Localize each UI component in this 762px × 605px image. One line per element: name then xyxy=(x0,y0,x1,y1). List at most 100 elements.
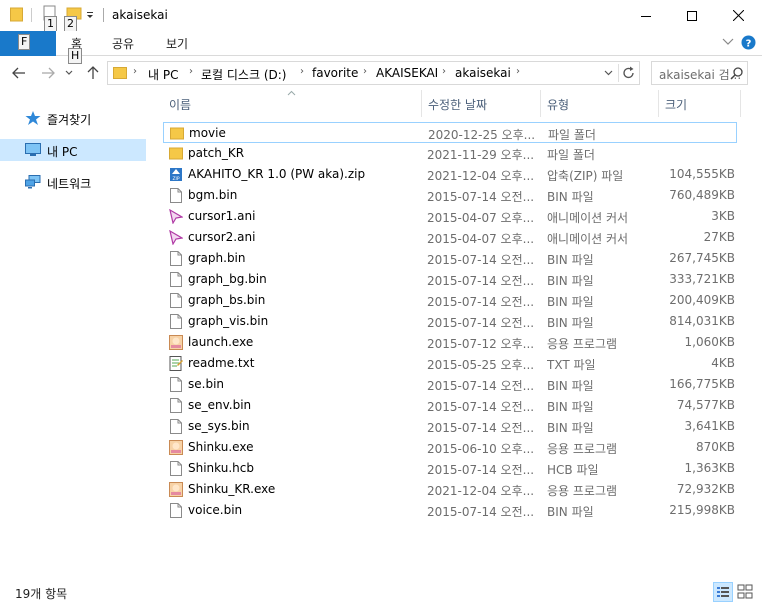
file-row[interactable]: se_sys.bin 2015-07-14 오전... BIN 파일 3,641KB xyxy=(163,416,737,437)
animated-cursor-icon xyxy=(169,209,183,224)
file-row[interactable]: graph_bs.bin 2015-07-14 오전... BIN 파일 200,40… xyxy=(163,290,737,311)
column-header-size[interactable]: 크기 xyxy=(659,90,739,117)
file-type: 파일 폴더 xyxy=(548,128,596,142)
file-name: Shinku_KR.exe xyxy=(188,482,276,496)
forward-button[interactable] xyxy=(40,65,56,81)
file-row[interactable]: Shinku.exe 2015-06-10 오후... 응용 프로그램 870KB xyxy=(163,437,737,458)
file-icon xyxy=(170,188,182,203)
file-row[interactable]: patch_KR 2021-11-29 오후... 파일 폴더 xyxy=(163,143,737,164)
back-button[interactable] xyxy=(11,65,27,81)
file-row[interactable]: cursor2.ani 2015-04-07 오후... 애니메이션 커서 27KB xyxy=(163,227,737,248)
file-rows: movie 2020-12-25 오후... 파일 폴더 patch_KR 2021-1… xyxy=(163,122,741,521)
sidebar-item-label: 내 PC xyxy=(47,145,78,159)
file-row[interactable]: se.bin 2015-07-14 오전... BIN 파일 166,775KB xyxy=(163,374,737,395)
search-placeholder: akaisekai 검... xyxy=(659,68,742,82)
file-name: cursor1.ani xyxy=(188,209,256,223)
title-divider xyxy=(103,8,104,22)
address-dropdown-icon[interactable] xyxy=(604,70,613,76)
details-view-button[interactable] xyxy=(713,582,733,602)
file-row[interactable]: readme.txt 2015-05-25 오후... TXT 파일 4KB xyxy=(163,353,737,374)
column-header-date[interactable]: 수정한 날짜 xyxy=(422,90,540,117)
text-document-icon xyxy=(169,356,183,371)
breadcrumb-this-pc[interactable]: 내 PC xyxy=(148,66,178,83)
ribbon-tabs: 파일 F 홈 H 공유 보기 ? xyxy=(0,31,762,64)
recent-locations-button[interactable] xyxy=(64,65,74,81)
svg-text:?: ? xyxy=(746,39,752,50)
refresh-icon[interactable] xyxy=(622,66,636,80)
maximize-button[interactable] xyxy=(669,0,715,31)
breadcrumb-chevron-icon[interactable]: › xyxy=(133,66,137,77)
expand-ribbon-icon[interactable] xyxy=(722,38,734,46)
key-tip-2: 2 xyxy=(64,16,77,32)
large-icons-view-button[interactable] xyxy=(736,582,756,602)
network-icon xyxy=(25,175,41,189)
file-row[interactable]: movie 2020-12-25 오후... 파일 폴더 xyxy=(163,122,737,143)
address-bar[interactable]: › 내 PC › 로컬 디스크 (D:) › favorite › AKAISE… xyxy=(107,61,640,85)
column-divider[interactable] xyxy=(740,90,741,117)
file-date: 2015-07-14 오전... xyxy=(427,316,533,330)
svg-text:ZIP: ZIP xyxy=(172,176,179,182)
sidebar-item-label: 네트워크 xyxy=(47,177,92,191)
file-size: 3,641KB xyxy=(684,419,735,433)
customize-qat-icon[interactable] xyxy=(85,5,95,23)
breadcrumb-chevron-icon[interactable]: › xyxy=(363,66,367,77)
file-row[interactable]: Shinku_KR.exe 2021-12-04 오후... 응용 프로그램 72,9… xyxy=(163,479,737,500)
file-date: 2015-06-10 오후... xyxy=(427,442,533,456)
search-icon[interactable] xyxy=(730,67,743,80)
file-icon xyxy=(170,503,182,518)
file-row[interactable]: graph_vis.bin 2015-07-14 오전... BIN 파일 814,0… xyxy=(163,311,737,332)
file-date: 2015-04-07 오후... xyxy=(427,232,533,246)
column-header-name[interactable]: 이름 xyxy=(163,90,421,117)
breadcrumb-akaisekai-upper[interactable]: AKAISEKAI xyxy=(376,66,438,80)
file-date: 2015-07-14 오전... xyxy=(427,253,533,267)
file-type: BIN 파일 xyxy=(547,295,594,309)
up-button[interactable] xyxy=(85,65,101,81)
maximize-icon xyxy=(687,10,697,21)
file-row[interactable]: graph_bg.bin 2015-07-14 오전... BIN 파일 333,72… xyxy=(163,269,737,290)
file-size: 333,721KB xyxy=(669,272,735,286)
file-row[interactable]: Shinku.hcb 2015-07-14 오전... HCB 파일 1,363KB xyxy=(163,458,737,479)
file-size: 166,775KB xyxy=(669,377,735,391)
breadcrumb-chevron-icon[interactable]: › xyxy=(442,66,446,77)
breadcrumb-chevron-icon[interactable]: › xyxy=(516,66,520,77)
help-icon[interactable]: ? xyxy=(741,35,756,50)
file-date: 2015-07-14 오전... xyxy=(427,190,533,204)
file-date: 2020-12-25 오후... xyxy=(428,128,534,142)
column-header-label: 이름 xyxy=(169,98,192,112)
file-date: 2015-07-14 오전... xyxy=(427,274,533,288)
minimize-button[interactable] xyxy=(623,0,669,31)
breadcrumb-local-disk[interactable]: 로컬 디스크 (D:) xyxy=(201,66,286,83)
file-row[interactable]: graph.bin 2015-07-14 오전... BIN 파일 267,745KB xyxy=(163,248,737,269)
tab-view[interactable]: 보기 xyxy=(166,35,188,52)
file-size: 267,745KB xyxy=(669,251,735,265)
back-arrow-icon xyxy=(12,67,25,79)
file-icon xyxy=(170,314,182,329)
file-row[interactable]: bgm.bin 2015-07-14 오전... BIN 파일 760,489KB xyxy=(163,185,737,206)
search-box[interactable]: akaisekai 검... xyxy=(651,61,748,85)
file-name: graph.bin xyxy=(188,251,246,265)
file-row[interactable]: se_env.bin 2015-07-14 오전... BIN 파일 74,577KB xyxy=(163,395,737,416)
file-row[interactable]: voice.bin 2015-07-14 오전... BIN 파일 215,998KB xyxy=(163,500,737,521)
breadcrumb-favorite[interactable]: favorite xyxy=(312,66,358,80)
file-row[interactable]: cursor1.ani 2015-04-07 오후... 애니메이션 커서 3KB xyxy=(163,206,737,227)
close-button[interactable] xyxy=(715,0,761,31)
file-name: se_env.bin xyxy=(188,398,252,412)
sidebar-item-quick-access[interactable]: 즐겨찾기 xyxy=(0,107,146,129)
breadcrumb-chevron-icon[interactable]: › xyxy=(300,66,304,77)
file-size: 760,489KB xyxy=(669,188,735,202)
file-type: BIN 파일 xyxy=(547,400,594,414)
sidebar-item-this-pc[interactable]: 내 PC xyxy=(0,139,146,161)
file-icon xyxy=(170,293,182,308)
chevron-down-icon xyxy=(65,70,73,75)
file-date: 2015-07-14 오전... xyxy=(427,400,533,414)
breadcrumb-chevron-icon[interactable]: › xyxy=(189,66,193,77)
file-list: 이름 수정한 날짜 유형 크기 movie 2020-12-25 오후... 파일 … xyxy=(163,90,741,568)
file-size: 72,932KB xyxy=(676,482,735,496)
file-row[interactable]: ZIP AKAHITO_KR 1.0 (PW aka).zip 2021-12-04… xyxy=(163,164,737,185)
sidebar-item-network[interactable]: 네트워크 xyxy=(0,171,146,193)
column-header-type[interactable]: 유형 xyxy=(541,90,658,117)
file-row[interactable]: launch.exe 2015-07-12 오후... 응용 프로그램 1,060KB xyxy=(163,332,737,353)
breadcrumb-akaisekai[interactable]: akaisekai xyxy=(455,66,511,80)
tab-share[interactable]: 공유 xyxy=(112,35,134,52)
column-header-label: 유형 xyxy=(547,98,570,112)
